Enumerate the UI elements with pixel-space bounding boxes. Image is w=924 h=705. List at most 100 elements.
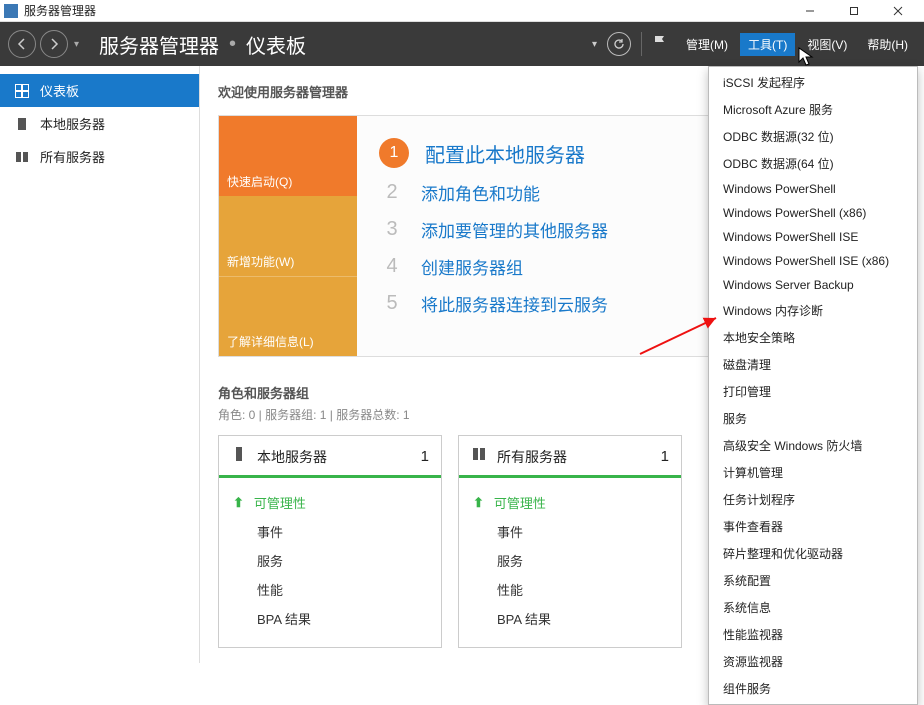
step-number: 3 (379, 218, 405, 241)
step-label: 添加要管理的其他服务器 (421, 217, 608, 242)
tools-menu-item[interactable]: Windows PowerShell (709, 177, 917, 201)
tools-menu-item[interactable]: 高级安全 Windows 防火墙 (709, 432, 917, 459)
tile-row-services[interactable]: 服务 (473, 546, 667, 575)
tile-row-bpa[interactable]: BPA 结果 (233, 604, 427, 633)
welcome-tab-label: 了解详细信息(L) (227, 333, 314, 350)
maximize-button[interactable] (832, 1, 876, 21)
breadcrumb: 服务器管理器 • 仪表板 (99, 30, 306, 59)
header-separator (641, 32, 642, 56)
menu-view[interactable]: 视图(V) (799, 33, 855, 56)
nav-history-dropdown[interactable]: ▾ (74, 39, 79, 50)
sidebar-item-dashboard[interactable]: 仪表板 (0, 74, 199, 107)
tile-count: 1 (661, 448, 669, 465)
welcome-tab-label: 新增功能(W) (227, 253, 294, 270)
tools-menu-item[interactable]: Microsoft Azure 服务 (709, 96, 917, 123)
tile-row-label: 可管理性 (254, 493, 306, 512)
notifications-flag-icon[interactable] (652, 34, 668, 55)
refresh-button[interactable] (607, 32, 631, 56)
tools-menu-item[interactable]: 系统配置 (709, 567, 917, 594)
tools-menu-item[interactable]: ODBC 数据源(64 位) (709, 150, 917, 177)
header-icons: ▾ (592, 32, 678, 56)
app-icon (4, 4, 18, 18)
close-button[interactable] (876, 1, 920, 21)
menu-tools[interactable]: 工具(T) (740, 33, 795, 56)
welcome-tab-learnmore[interactable]: 了解详细信息(L) (219, 276, 357, 356)
nav-forward-button[interactable] (40, 30, 68, 58)
up-arrow-icon: ⬆ (233, 495, 244, 511)
tools-menu-item[interactable]: iSCSI 发起程序 (709, 69, 917, 96)
sidebar-item-label: 所有服务器 (40, 147, 105, 166)
tools-menu-item[interactable]: ODBC 数据源(32 位) (709, 123, 917, 150)
server-icon (231, 446, 247, 467)
step-label: 创建服务器组 (421, 254, 523, 279)
tools-menu-item[interactable]: 组件服务 (709, 675, 917, 702)
tools-menu-item[interactable]: 性能监视器 (709, 621, 917, 648)
tile-row-performance[interactable]: 性能 (473, 575, 667, 604)
welcome-tab-whatsnew[interactable]: 新增功能(W) (219, 196, 357, 276)
step-number: 4 (379, 255, 405, 278)
tools-menu-item[interactable]: Windows PowerShell ISE (x86) (709, 249, 917, 273)
step-number: 2 (379, 181, 405, 204)
tile-row-label: BPA 结果 (257, 609, 311, 628)
tile-all-servers[interactable]: 所有服务器 1 ⬆可管理性 事件 服务 性能 BPA 结果 (458, 435, 682, 648)
tools-menu-item[interactable]: 碎片整理和优化驱动器 (709, 540, 917, 567)
tile-row-label: 性能 (257, 580, 283, 599)
minimize-button[interactable] (788, 1, 832, 21)
tools-menu-item[interactable]: Windows 内存诊断 (709, 297, 917, 324)
tools-menu-item[interactable]: 打印管理 (709, 378, 917, 405)
step-label: 将此服务器连接到云服务 (421, 291, 608, 316)
welcome-tabs: 快速启动(Q) 新增功能(W) 了解详细信息(L) (219, 116, 357, 356)
servers-icon (14, 149, 30, 165)
welcome-tab-quickstart[interactable]: 快速启动(Q) (219, 116, 357, 196)
tile-row-bpa[interactable]: BPA 结果 (473, 604, 667, 633)
tools-menu-item[interactable]: 资源监视器 (709, 648, 917, 675)
tile-row-events[interactable]: 事件 (473, 517, 667, 546)
sidebar-item-label: 本地服务器 (40, 114, 105, 133)
nav-back-button[interactable] (8, 30, 36, 58)
tools-menu-item[interactable]: 任务计划程序 (709, 486, 917, 513)
tile-row-services[interactable]: 服务 (233, 546, 427, 575)
header-bar: ▾ 服务器管理器 • 仪表板 ▾ 管理(M) 工具(T) 视图(V) 帮助(H) (0, 22, 924, 66)
server-icon (14, 116, 30, 132)
step-number-badge: 1 (379, 138, 409, 168)
breadcrumb-root[interactable]: 服务器管理器 (99, 30, 219, 59)
tools-menu-item[interactable]: Windows PowerShell (x86) (709, 201, 917, 225)
sidebar-item-local-server[interactable]: 本地服务器 (0, 107, 199, 140)
tile-row-manageability[interactable]: ⬆可管理性 (473, 488, 667, 517)
up-arrow-icon: ⬆ (473, 495, 484, 511)
tools-dropdown-menu: iSCSI 发起程序Microsoft Azure 服务ODBC 数据源(32 … (708, 66, 918, 705)
step-label: 配置此本地服务器 (425, 139, 585, 168)
dashboard-icon (14, 83, 30, 99)
tools-menu-item[interactable]: 计算机管理 (709, 459, 917, 486)
servers-icon (471, 446, 487, 467)
tile-row-manageability[interactable]: ⬆ 可管理性 (233, 488, 427, 517)
sidebar-item-all-servers[interactable]: 所有服务器 (0, 140, 199, 173)
tile-row-label: 性能 (497, 580, 523, 599)
tile-title: 本地服务器 (257, 447, 411, 467)
tile-local-server[interactable]: 本地服务器 1 ⬆可管理性 事件 服务 性能 BPA 结果 (218, 435, 442, 648)
tools-menu-item[interactable]: Windows Server Backup (709, 273, 917, 297)
header-dropdown-icon[interactable]: ▾ (592, 39, 597, 50)
breadcrumb-separator-icon: • (229, 33, 236, 56)
menu-manage[interactable]: 管理(M) (678, 33, 736, 56)
step-label: 添加角色和功能 (421, 180, 540, 205)
tile-row-label: 事件 (257, 522, 283, 541)
breadcrumb-current: 仪表板 (246, 30, 306, 59)
window-controls (788, 1, 920, 21)
titlebar: 服务器管理器 (0, 0, 924, 22)
sidebar: 仪表板 本地服务器 所有服务器 (0, 66, 200, 663)
tile-row-events[interactable]: 事件 (233, 517, 427, 546)
tile-row-label: 服务 (497, 551, 523, 570)
tools-menu-item[interactable]: 系统信息 (709, 594, 917, 621)
tools-menu-item[interactable]: 磁盘清理 (709, 351, 917, 378)
tile-row-label: 事件 (497, 522, 523, 541)
tools-menu-item[interactable]: Windows PowerShell ISE (709, 225, 917, 249)
titlebar-title: 服务器管理器 (24, 2, 96, 19)
menu-help[interactable]: 帮助(H) (859, 33, 916, 56)
sidebar-item-label: 仪表板 (40, 81, 79, 100)
tools-menu-item[interactable]: 本地安全策略 (709, 324, 917, 351)
tile-row-label: BPA 结果 (497, 609, 551, 628)
tile-row-performance[interactable]: 性能 (233, 575, 427, 604)
tools-menu-item[interactable]: 服务 (709, 405, 917, 432)
tools-menu-item[interactable]: 事件查看器 (709, 513, 917, 540)
